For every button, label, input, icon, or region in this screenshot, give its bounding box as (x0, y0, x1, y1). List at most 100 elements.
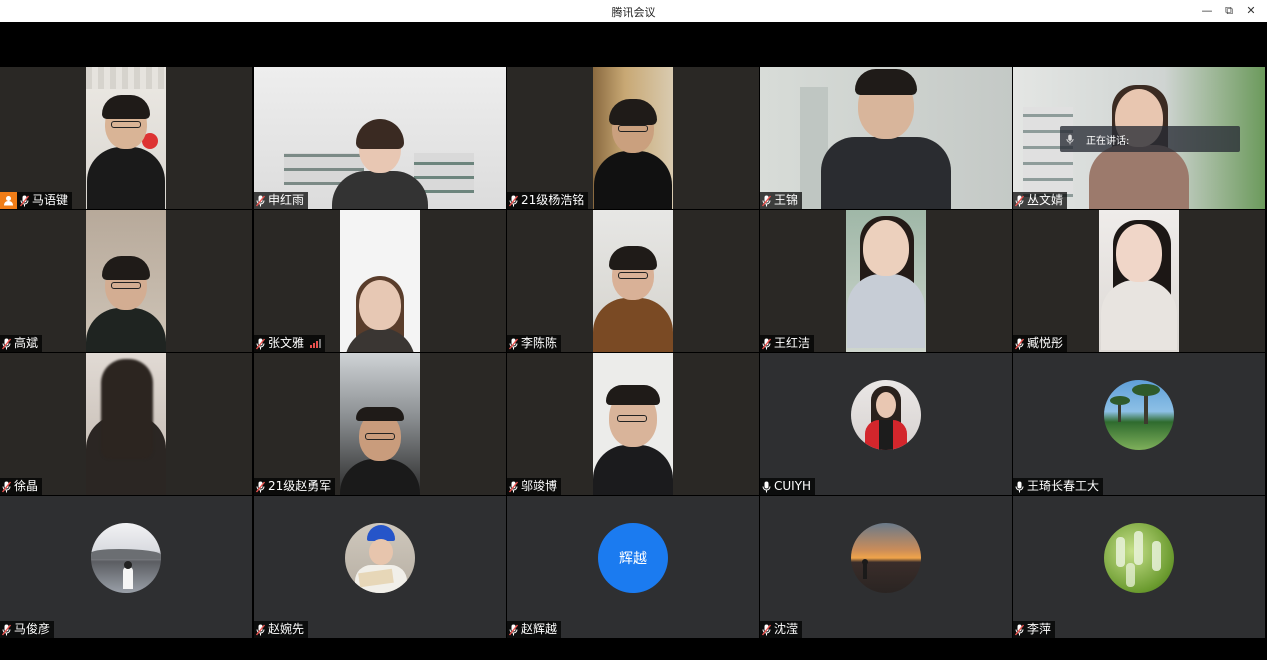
participant-video (593, 67, 673, 209)
participant-name: 沈滢 (774, 622, 799, 636)
participant-name: 马俊彦 (14, 622, 51, 636)
participant-name: 赵婉先 (268, 622, 305, 636)
participant-tile[interactable]: 沈滢 (760, 496, 1012, 638)
participant-video (340, 210, 420, 352)
mic-muted-icon (762, 624, 771, 635)
participant-name-label: 21级杨浩铭 (507, 192, 589, 209)
participant-tile[interactable]: 李萍 (1013, 496, 1265, 638)
participant-tile[interactable]: 张文雅 (254, 210, 506, 352)
participant-name-label: 申红雨 (254, 192, 309, 209)
mic-on-icon (1015, 481, 1024, 492)
participant-video (340, 353, 420, 495)
participant-tile[interactable]: 马语键 (0, 67, 252, 209)
participant-name-label: 沈滢 (760, 621, 803, 638)
participant-name: CUIYH (774, 479, 812, 493)
restore-icon[interactable]: ⧉ (1221, 3, 1237, 19)
participant-tile[interactable]: 高斌 (0, 210, 252, 352)
participant-tile[interactable]: 赵婉先 (254, 496, 506, 638)
participant-name-label: 马语键 (0, 192, 73, 209)
participant-name-label: 李萍 (1013, 621, 1056, 638)
participant-name-label: 王琦长春工大 (1013, 478, 1104, 495)
mic-muted-icon (509, 195, 518, 206)
mic-muted-icon (509, 624, 518, 635)
participant-avatar: 辉越 (598, 523, 668, 593)
participant-name: 李萍 (1027, 622, 1052, 636)
participant-name-label: 李陈陈 (507, 335, 562, 352)
participant-name: 王红洁 (774, 336, 811, 350)
mic-muted-icon (256, 195, 265, 206)
mic-muted-icon (2, 481, 11, 492)
participant-name-label: 邬竣博 (507, 478, 562, 495)
top-toolbar-area (0, 22, 1267, 67)
mic-muted-icon (256, 481, 265, 492)
participant-video (86, 67, 166, 209)
participant-tile[interactable]: 王红洁 (760, 210, 1012, 352)
participant-name: 李陈陈 (521, 336, 558, 350)
participant-video (86, 210, 166, 352)
participant-name-label: 王锦 (760, 192, 803, 209)
participant-tile[interactable]: 辉越 赵辉越 (507, 496, 759, 638)
participant-tile[interactable]: 王琦长春工大 (1013, 353, 1265, 495)
participant-name-label: 臧悦彤 (1013, 335, 1068, 352)
participant-tile[interactable]: 邬竣博 (507, 353, 759, 495)
mic-muted-icon (1015, 338, 1024, 349)
participant-tile[interactable]: CUIYH (760, 353, 1012, 495)
participant-avatar (1104, 380, 1174, 450)
mic-muted-icon (2, 624, 11, 635)
close-icon[interactable]: ✕ (1243, 3, 1259, 19)
speaking-label: 正在讲话: (1086, 135, 1130, 147)
participant-video (1099, 210, 1179, 352)
participant-name-label: 21级赵勇军 (254, 478, 336, 495)
participant-name: 张文雅 (268, 336, 305, 350)
mic-muted-icon (20, 195, 29, 206)
participant-name-label: 赵辉越 (507, 621, 562, 638)
participant-avatar (345, 523, 415, 593)
participant-tile[interactable]: 徐晶 (0, 353, 252, 495)
bottom-bar (0, 638, 1267, 660)
participant-tile[interactable]: 21级赵勇军 (254, 353, 506, 495)
minimize-icon[interactable]: — (1199, 3, 1215, 19)
participant-name-label: CUIYH (760, 478, 816, 495)
participant-name: 丛文婧 (1027, 193, 1064, 207)
signal-weak-icon (310, 339, 322, 348)
participant-tile[interactable]: 臧悦彤 (1013, 210, 1265, 352)
participant-video (760, 67, 1012, 209)
participant-avatar (851, 380, 921, 450)
participant-tile[interactable]: 申红雨 (254, 67, 506, 209)
host-badge-icon (0, 192, 17, 209)
mic-muted-icon (1015, 195, 1024, 206)
mic-muted-icon (256, 338, 265, 349)
participant-video (86, 353, 166, 495)
title-bar: 腾讯会议 — ⧉ ✕ (0, 0, 1267, 22)
mic-muted-icon (256, 624, 265, 635)
participant-name: 21级赵勇军 (268, 479, 332, 493)
participant-name-label: 徐晶 (0, 478, 43, 495)
participant-name-label: 高斌 (0, 335, 43, 352)
participant-tile[interactable]: 王锦 (760, 67, 1012, 209)
window-title: 腾讯会议 (611, 6, 656, 19)
participant-avatar (91, 523, 161, 593)
participant-tile[interactable]: 李陈陈 (507, 210, 759, 352)
mic-muted-icon (1015, 624, 1024, 635)
participant-video (254, 67, 506, 209)
participant-name-label: 马俊彦 (0, 621, 55, 638)
participant-video (593, 353, 673, 495)
participant-video (593, 210, 673, 352)
participant-name: 邬竣博 (521, 479, 558, 493)
mic-muted-icon (762, 338, 771, 349)
participant-name: 王锦 (774, 193, 799, 207)
participant-name-label: 赵婉先 (254, 621, 309, 638)
participant-name: 马语键 (32, 193, 69, 207)
participant-video (846, 210, 926, 352)
participant-avatar (851, 523, 921, 593)
participant-name-label: 丛文婧 (1013, 192, 1068, 209)
participant-avatar (1104, 523, 1174, 593)
participant-tile[interactable]: 马俊彦 (0, 496, 252, 638)
participant-name-label: 王红洁 (760, 335, 815, 352)
mic-on-icon (762, 481, 771, 492)
participant-name: 王琦长春工大 (1027, 479, 1100, 493)
mic-muted-icon (509, 481, 518, 492)
participant-name: 徐晶 (14, 479, 39, 493)
mic-muted-icon (762, 195, 771, 206)
participant-tile[interactable]: 21级杨浩铭 (507, 67, 759, 209)
